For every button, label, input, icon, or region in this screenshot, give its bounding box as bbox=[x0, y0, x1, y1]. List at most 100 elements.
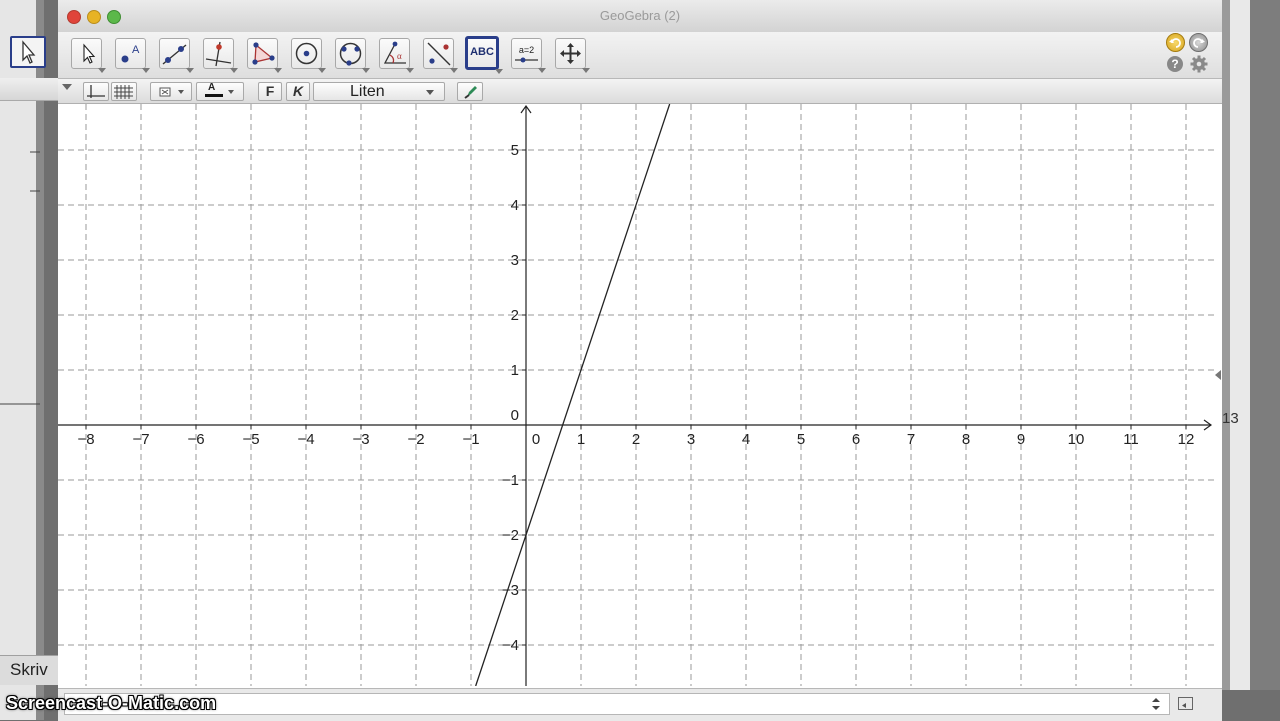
x-tick-label: 0 bbox=[532, 431, 540, 448]
y-tick-label: −1 bbox=[502, 472, 519, 489]
y-tick-label: −3 bbox=[502, 582, 519, 599]
y-tick-label: 1 bbox=[511, 362, 519, 379]
background-axis-label: 13 bbox=[1222, 410, 1239, 427]
x-tick-label: 7 bbox=[907, 431, 915, 448]
x-tick-label: −4 bbox=[297, 431, 314, 448]
x-tick-label: 10 bbox=[1068, 431, 1085, 448]
circle-center-icon bbox=[295, 42, 318, 65]
line-tool-button[interactable] bbox=[159, 38, 194, 73]
font-size-value: Liten bbox=[350, 83, 385, 100]
y-tick-label: 4 bbox=[511, 197, 519, 214]
gear-icon bbox=[1190, 55, 1208, 73]
background-toolbar bbox=[0, 78, 58, 101]
paint-brush-icon bbox=[464, 86, 477, 99]
angle-tool-button[interactable]: α bbox=[379, 38, 414, 73]
cursor-icon bbox=[83, 43, 96, 64]
angle-icon: α bbox=[383, 41, 406, 64]
circle-three-points-icon bbox=[339, 42, 362, 66]
x-tick-label: −8 bbox=[77, 431, 94, 448]
point-style-icon bbox=[159, 87, 184, 97]
background-window-right-edge bbox=[1250, 0, 1280, 690]
graphics-view[interactable]: −8 −7 −6 −5 −4 −3 −2 −1 0 1 2 3 4 5 6 7 8 9 10 11 12 5 4 3 2 1 0 −1… bbox=[58, 104, 1214, 686]
y-tick-label: −4 bbox=[502, 637, 519, 654]
grid-icon bbox=[114, 85, 133, 99]
polygon-icon bbox=[252, 42, 275, 65]
help-icon: ? bbox=[1171, 57, 1179, 71]
x-tick-label: −2 bbox=[407, 431, 424, 448]
window-title: GeoGebra (2) bbox=[599, 8, 681, 23]
settings-button[interactable] bbox=[1190, 55, 1208, 73]
background-tool-button bbox=[10, 36, 46, 68]
redo-button[interactable] bbox=[1189, 33, 1208, 52]
bold-button[interactable]: F bbox=[258, 82, 282, 101]
x-tick-label: 5 bbox=[797, 431, 805, 448]
redo-icon bbox=[1193, 38, 1205, 48]
reflect-icon bbox=[427, 42, 451, 66]
y-tick-label: 3 bbox=[511, 252, 519, 269]
y-tick-label: −2 bbox=[502, 527, 519, 544]
x-tick-label: −3 bbox=[352, 431, 369, 448]
axes-icon bbox=[87, 85, 105, 98]
y-tick-label: 0 bbox=[511, 407, 519, 424]
x-tick-label: 11 bbox=[1123, 431, 1139, 448]
x-tick-label: 4 bbox=[742, 431, 750, 448]
perpendicular-line-icon bbox=[205, 41, 232, 67]
background-color-button[interactable] bbox=[457, 82, 483, 101]
y-tick-label: 2 bbox=[511, 307, 519, 324]
move-arrows-icon bbox=[560, 43, 581, 64]
x-tick-label: 1 bbox=[577, 431, 585, 448]
circle-tool-button[interactable] bbox=[291, 38, 326, 73]
undo-icon bbox=[1169, 38, 1181, 48]
x-tick-label: 6 bbox=[852, 431, 860, 448]
point-style-dropdown[interactable] bbox=[150, 82, 192, 101]
move-tool-button[interactable] bbox=[71, 38, 106, 73]
background-window-right-panel bbox=[1230, 0, 1250, 690]
x-tick-label: −7 bbox=[132, 431, 149, 448]
function-line bbox=[475, 104, 671, 686]
color-swatch-icon bbox=[205, 90, 234, 97]
x-tick-label: 12 bbox=[1178, 431, 1195, 448]
chevron-down-icon bbox=[426, 90, 434, 95]
grid-toggle-button[interactable] bbox=[111, 82, 137, 101]
x-tick-label: 8 bbox=[962, 431, 970, 448]
point-tool-button[interactable]: A bbox=[115, 38, 150, 73]
style-bar-toggle[interactable] bbox=[62, 84, 72, 90]
command-dropdown[interactable] bbox=[1150, 696, 1162, 712]
conic-tool-button[interactable] bbox=[335, 38, 370, 73]
background-input-label: Skriv bbox=[0, 655, 58, 685]
keyboard-icon bbox=[1182, 703, 1186, 708]
text-tool-button[interactable]: ABC bbox=[465, 36, 503, 74]
color-dropdown[interactable]: A bbox=[196, 82, 244, 101]
help-button[interactable]: ? bbox=[1167, 56, 1183, 72]
point-icon: A bbox=[121, 44, 140, 63]
collapse-panel-arrow[interactable] bbox=[1215, 370, 1221, 380]
line-icon bbox=[162, 44, 187, 65]
font-size-dropdown[interactable]: Liten bbox=[313, 82, 445, 101]
screencast-watermark: Screencast-O-Matic.com bbox=[6, 693, 217, 713]
text-tool-label: ABC bbox=[470, 46, 494, 58]
svg-text:α: α bbox=[397, 51, 402, 61]
graph-canvas[interactable]: −8 −7 −6 −5 −4 −3 −2 −1 0 1 2 3 4 5 6 7 8 9 10 11 12543210−1… bbox=[58, 104, 1214, 686]
slider-icon bbox=[515, 57, 538, 63]
italic-button[interactable]: K bbox=[286, 82, 310, 101]
perpendicular-line-tool-button[interactable] bbox=[203, 38, 238, 73]
input-help-button[interactable] bbox=[1178, 697, 1193, 710]
background-grid-lines bbox=[0, 104, 40, 654]
reflect-tool-button[interactable] bbox=[423, 38, 458, 73]
input-field[interactable] bbox=[64, 693, 1170, 715]
x-tick-label: −6 bbox=[187, 431, 204, 448]
undo-button[interactable] bbox=[1166, 33, 1185, 52]
axes-toggle-button[interactable] bbox=[83, 82, 109, 101]
x-tick-label: −5 bbox=[242, 431, 259, 448]
svg-text:A: A bbox=[132, 44, 140, 56]
color-swatch-label: A bbox=[208, 82, 216, 93]
x-tick-label: 9 bbox=[1017, 431, 1025, 448]
x-tick-label: −1 bbox=[462, 431, 479, 448]
move-graphics-view-tool-button[interactable] bbox=[555, 38, 590, 73]
x-tick-label: 3 bbox=[687, 431, 695, 448]
slider-tool-button[interactable]: a=2 bbox=[511, 38, 546, 73]
x-tick-label: 2 bbox=[632, 431, 640, 448]
cursor-icon bbox=[22, 40, 36, 64]
updown-arrows-icon bbox=[1152, 698, 1160, 710]
polygon-tool-button[interactable] bbox=[247, 38, 282, 73]
